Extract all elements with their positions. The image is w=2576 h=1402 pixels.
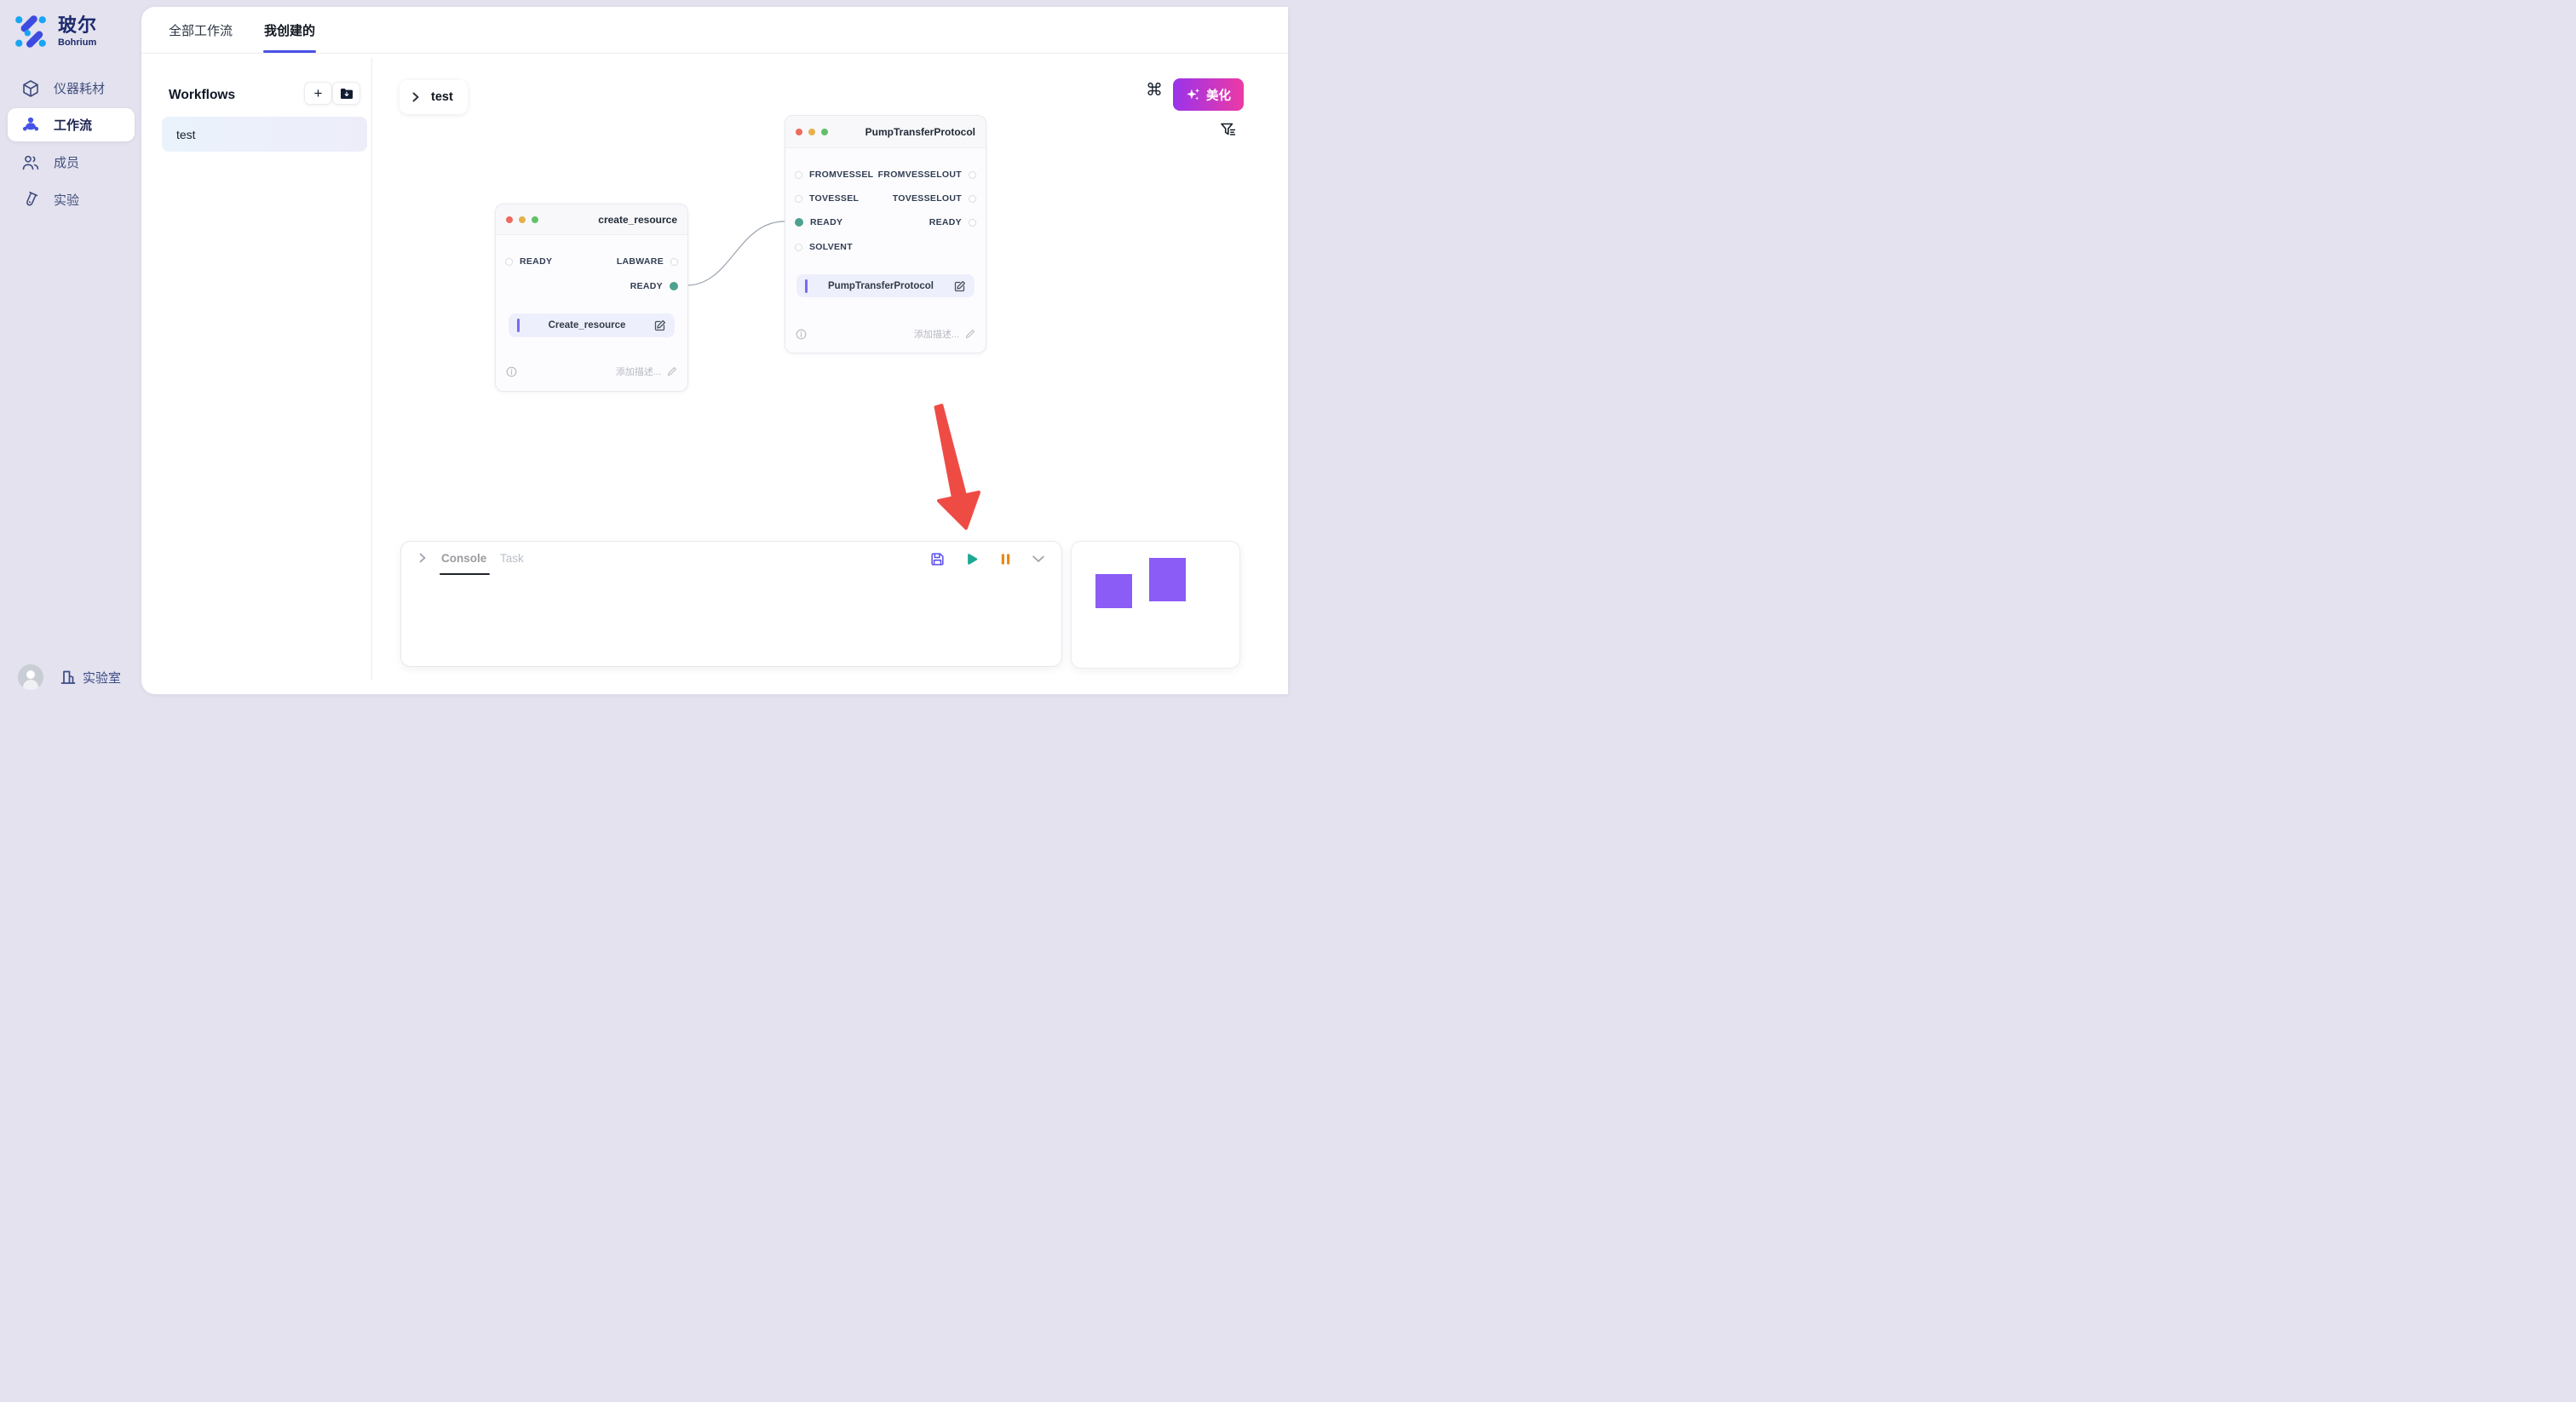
sidebar-item-label: 成员 (54, 153, 79, 171)
workflow-tabs: 全部工作流 我创建的 (141, 7, 1288, 54)
breadcrumb-label: test (431, 90, 453, 104)
port-dot[interactable] (795, 244, 802, 251)
minimap[interactable] (1071, 541, 1240, 669)
workflow-list-panel: Workflows + test (141, 54, 372, 693)
port-dot[interactable] (795, 195, 802, 203)
avatar[interactable] (18, 664, 43, 690)
experiment-icon (21, 191, 40, 210)
sidebar-item-label: 实验 (54, 191, 79, 209)
command-palette-icon[interactable]: ⌘ (1146, 82, 1163, 99)
node-header[interactable]: PumpTransferProtocol (785, 116, 986, 148)
sidebar: 玻尔 Bohrium 仪器耗材 工作流 (0, 0, 141, 701)
description-placeholder[interactable]: 添加描述... (914, 327, 959, 341)
breadcrumb[interactable]: test (400, 80, 468, 114)
lab-switcher[interactable]: 实验室 (60, 669, 121, 687)
port-dot[interactable] (969, 195, 976, 203)
pause-icon (998, 552, 1013, 566)
save-button[interactable] (927, 549, 947, 569)
port-out-fromvesselout[interactable]: FROMVESSELOUT (878, 169, 976, 181)
minimap-node-pump-transfer (1149, 558, 1186, 601)
port-dot[interactable] (505, 258, 513, 266)
folder-import-icon (340, 88, 354, 100)
app-logo[interactable]: 玻尔 Bohrium (12, 13, 97, 50)
tab-my-created[interactable]: 我创建的 (264, 7, 315, 53)
node-title: PumpTransferProtocol (865, 126, 975, 138)
node-header[interactable]: create_resource (496, 204, 687, 235)
sidebar-item-instruments[interactable]: 仪器耗材 (8, 72, 135, 105)
node-footer: 添加描述... (506, 365, 677, 378)
plus-icon: + (314, 85, 323, 102)
port-dot[interactable] (969, 171, 976, 179)
port-in-solvent[interactable]: SOLVENT (795, 241, 853, 253)
add-workflow-button[interactable]: + (304, 82, 332, 105)
chevron-down-icon (1030, 550, 1047, 567)
port-dot[interactable] (795, 171, 802, 179)
play-icon (963, 551, 980, 567)
workflow-list-item-test[interactable]: test (162, 117, 367, 152)
pencil-icon[interactable] (965, 329, 975, 339)
members-icon (21, 153, 40, 172)
logo-subtitle: Bohrium (58, 38, 97, 48)
bohrium-logo-icon (12, 13, 49, 50)
sidebar-footer: 实验室 (0, 663, 141, 692)
sidebar-item-label: 仪器耗材 (54, 79, 105, 97)
sparkles-icon (1186, 88, 1200, 101)
port-out-labware[interactable]: LABWARE (617, 256, 678, 267)
port-out-ready[interactable]: READY (929, 216, 976, 228)
workflow-panel-title: Workflows (169, 88, 235, 103)
building-icon (60, 669, 77, 686)
sidebar-item-experiments[interactable]: 实验 (8, 183, 135, 216)
save-icon (929, 551, 946, 567)
port-out-tovesselout[interactable]: TOVESSELOUT (893, 192, 976, 204)
node-create-resource[interactable]: create_resource READY LABWARE READY Crea… (495, 204, 688, 392)
workflow-icon (21, 116, 40, 135)
info-icon[interactable] (506, 366, 517, 377)
pause-button[interactable] (995, 549, 1015, 569)
beautify-label: 美化 (1206, 86, 1231, 104)
port-dot-connected[interactable] (670, 282, 678, 290)
port-in-tovessel[interactable]: TOVESSEL (795, 192, 859, 204)
import-folder-button[interactable] (332, 82, 360, 105)
sidebar-item-workflows[interactable]: 工作流 (8, 108, 135, 141)
port-dot-connected[interactable] (795, 218, 803, 227)
tab-task[interactable]: Task (500, 542, 524, 574)
port-out-ready[interactable]: READY (630, 280, 678, 292)
pencil-icon[interactable] (667, 366, 677, 376)
port-in-ready[interactable]: READY (505, 256, 552, 267)
tab-all-workflows[interactable]: 全部工作流 (169, 7, 233, 53)
sidebar-item-label: 工作流 (54, 116, 92, 134)
traffic-lights-icon (796, 129, 828, 135)
node-action-pill[interactable]: Create_resource (509, 313, 675, 337)
info-icon[interactable] (796, 329, 807, 340)
traffic-lights-icon (506, 216, 538, 223)
sidebar-item-members[interactable]: 成员 (8, 146, 135, 179)
filter-icon[interactable] (1219, 121, 1238, 140)
port-in-ready[interactable]: READY (795, 216, 842, 228)
lab-label: 实验室 (83, 669, 121, 687)
beautify-button[interactable]: 美化 (1173, 78, 1244, 111)
node-pump-transfer-protocol[interactable]: PumpTransferProtocol FROMVESSEL FROMVESS… (785, 115, 986, 353)
port-in-fromvessel[interactable]: FROMVESSEL (795, 169, 873, 181)
logo-title: 玻尔 (58, 16, 97, 35)
description-placeholder[interactable]: 添加描述... (616, 365, 661, 378)
console-panel: Console Task (400, 541, 1062, 667)
run-button[interactable] (961, 549, 981, 569)
port-dot[interactable] (969, 219, 976, 227)
chevron-right-icon (411, 91, 421, 103)
node-title: create_resource (598, 214, 677, 226)
expand-chevron-icon[interactable] (416, 551, 429, 565)
edit-icon[interactable] (954, 280, 966, 292)
port-dot[interactable] (670, 258, 678, 266)
node-footer: 添加描述... (796, 327, 975, 341)
minimap-node-create-resource (1095, 574, 1132, 608)
node-action-pill[interactable]: PumpTransferProtocol (796, 274, 975, 297)
edit-icon[interactable] (654, 319, 666, 331)
collapse-console-button[interactable] (1028, 549, 1049, 569)
box-icon (21, 79, 40, 98)
tab-console[interactable]: Console (441, 542, 486, 574)
